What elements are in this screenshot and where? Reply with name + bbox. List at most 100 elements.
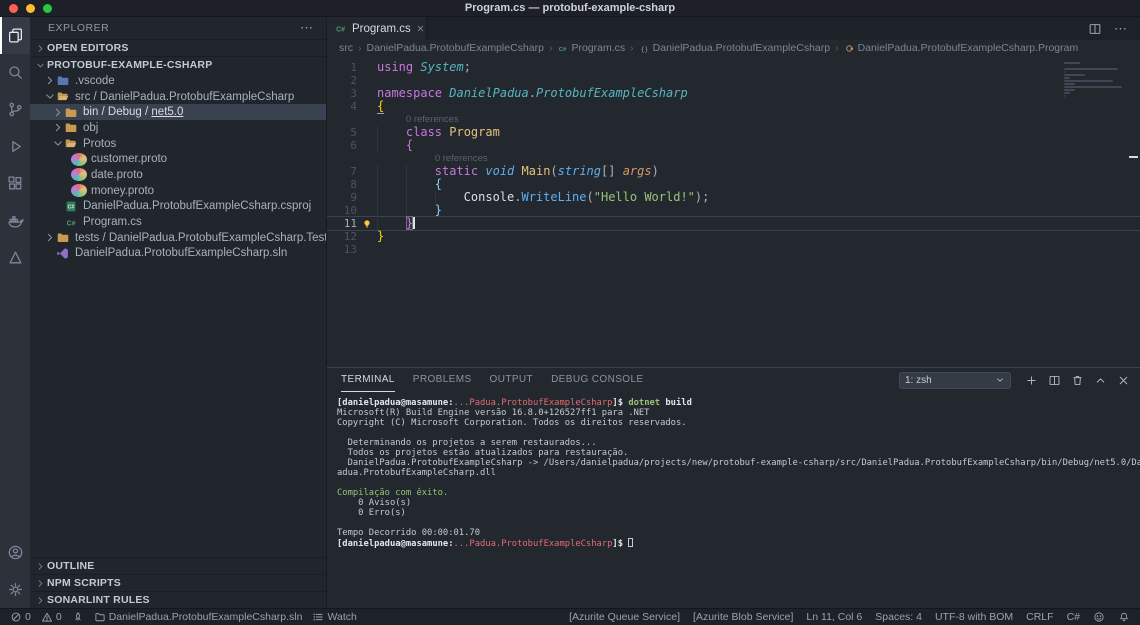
tree-item-csproj[interactable]: C#DanielPadua.ProtobufExampleCsharp.cspr… xyxy=(30,199,326,215)
activity-item-azure[interactable] xyxy=(0,239,30,276)
status-problems-warnings[interactable]: 0 xyxy=(41,611,62,623)
panel-tab-terminal[interactable]: TERMINAL xyxy=(341,368,395,392)
panel-tab-problems[interactable]: PROBLEMS xyxy=(413,368,472,392)
terminal-line: Todos os projetos estão atualizados para… xyxy=(337,448,1140,458)
activity-item-settings[interactable] xyxy=(0,571,30,608)
line-number[interactable]: 4 xyxy=(327,100,357,113)
split-editor-icon[interactable] xyxy=(1088,22,1102,36)
panel-tab-debug-console[interactable]: DEBUG CONSOLE xyxy=(551,368,643,392)
tree-item-tests[interactable]: tests / DanielPadua.ProtobufExampleCshar… xyxy=(30,230,326,246)
section-project[interactable]: PROTOBUF-EXAMPLE-CSHARP xyxy=(30,56,326,73)
close-window-button[interactable] xyxy=(9,4,18,13)
status-indentation[interactable]: Spaces: 4 xyxy=(875,611,922,623)
tree-item-vscode[interactable]: .vscode xyxy=(30,73,326,89)
line-number[interactable]: 1 xyxy=(327,61,357,74)
tree-chevron xyxy=(50,106,63,119)
outline-label: OUTLINE xyxy=(47,560,94,572)
status-notifications[interactable] xyxy=(1118,611,1130,623)
activity-item-accounts[interactable] xyxy=(0,534,30,571)
line-number[interactable]: 7 xyxy=(327,165,357,178)
status-watch[interactable]: Watch xyxy=(312,611,356,623)
line-number[interactable]: 8 xyxy=(327,178,357,191)
tree-item-program-cs[interactable]: C#Program.cs xyxy=(30,214,326,230)
status-azurite-queue-service[interactable]: [Azurite Queue Service] xyxy=(569,611,680,623)
sln-icon xyxy=(55,247,71,260)
tree-item-label: customer.proto xyxy=(91,153,167,165)
status-cursor-position[interactable]: Ln 11, Col 6 xyxy=(806,611,862,623)
line-number[interactable]: 5 xyxy=(327,126,357,139)
tree-item-date-proto[interactable]: date.proto xyxy=(30,167,326,183)
tree-item-sln[interactable]: DanielPadua.ProtobufExampleCsharp.sln xyxy=(30,246,326,262)
activity-item-search[interactable] xyxy=(0,54,30,91)
editor-more-actions-icon[interactable]: ⋯ xyxy=(1114,21,1128,37)
status-language-mode[interactable]: C# xyxy=(1067,611,1080,623)
kill-terminal-icon[interactable] xyxy=(1071,374,1084,387)
close-panel-icon[interactable] xyxy=(1117,374,1130,387)
line-number[interactable]: 2 xyxy=(327,74,357,87)
terminal-output[interactable]: [danielpadua@masamune:...Padua.ProtobufE… xyxy=(327,392,1140,608)
zoom-window-button[interactable] xyxy=(43,4,52,13)
tree-item-customer-proto[interactable]: customer.proto xyxy=(30,151,326,167)
status-feedback[interactable] xyxy=(1093,611,1105,623)
svg-text:C#: C# xyxy=(336,26,345,33)
status-problems-errors[interactable]: 0 xyxy=(10,611,31,623)
activity-item-run-debug[interactable] xyxy=(0,128,30,165)
lightbulb-icon xyxy=(361,218,373,230)
line-number[interactable]: 3 xyxy=(327,87,357,100)
files-icon xyxy=(7,27,24,44)
minimap-line xyxy=(1064,68,1118,70)
code-editor[interactable]: 1using System;23namespace DanielPadua.Pr… xyxy=(327,56,1140,367)
tree-item-money-proto[interactable]: money.proto xyxy=(30,183,326,199)
tab-close-icon[interactable] xyxy=(416,24,425,33)
new-terminal-icon[interactable] xyxy=(1025,374,1038,387)
code-line-5: 5 class Program xyxy=(327,126,1140,139)
shell-selector[interactable]: 1: zsh xyxy=(899,372,1011,389)
tree-item-protos[interactable]: Protos xyxy=(30,136,326,152)
smiley-icon xyxy=(1093,611,1105,623)
activity-item-extensions[interactable] xyxy=(0,165,30,202)
minimap[interactable] xyxy=(1064,62,1124,101)
panel-tab-output[interactable]: OUTPUT xyxy=(490,368,534,392)
section-sonarlint-rules[interactable]: SONARLINT RULES xyxy=(30,591,326,608)
breadcrumb-item[interactable]: DanielPadua.ProtobufExampleCsharp xyxy=(367,42,544,54)
status-eol[interactable]: CRLF xyxy=(1026,611,1053,623)
activity-item-docker[interactable] xyxy=(0,202,30,239)
status-encoding[interactable]: UTF-8 with BOM xyxy=(935,611,1013,623)
activity-item-explorer[interactable] xyxy=(0,17,30,54)
folder-open-icon xyxy=(55,90,71,103)
tree-item-label: tests / DanielPadua.ProtobufExampleCshar… xyxy=(75,232,326,244)
svg-text:C#: C# xyxy=(559,46,567,52)
line-number[interactable]: 10 xyxy=(327,204,357,217)
breadcrumb-item[interactable]: {}DanielPadua.ProtobufExampleCsharp xyxy=(639,42,830,54)
project-label: PROTOBUF-EXAMPLE-CSHARP xyxy=(47,59,212,71)
explorer-more-actions-icon[interactable]: ⋯ xyxy=(300,20,314,36)
tree-item-obj[interactable]: obj xyxy=(30,120,326,136)
tab-program-cs[interactable]: C# Program.cs xyxy=(327,17,427,40)
line-number[interactable]: 11 xyxy=(327,217,357,230)
status-rocket[interactable] xyxy=(72,611,84,623)
minimize-window-button[interactable] xyxy=(26,4,35,13)
section-outline[interactable]: OUTLINE xyxy=(30,557,326,574)
status-cursor-position-label: Ln 11, Col 6 xyxy=(806,611,862,623)
line-number[interactable]: 13 xyxy=(327,243,357,256)
status-solution[interactable]: DanielPadua.ProtobufExampleCsharp.sln xyxy=(94,611,303,623)
activity-item-source-control[interactable] xyxy=(0,91,30,128)
split-terminal-icon[interactable] xyxy=(1048,374,1061,387)
tree-item-src-danielpadua-protobufexamplecsharp[interactable]: src / DanielPadua.ProtobufExampleCsharp xyxy=(30,89,326,105)
line-number[interactable]: 9 xyxy=(327,191,357,204)
chevron-right-icon xyxy=(33,43,47,54)
status-azurite-blob-service[interactable]: [Azurite Blob Service] xyxy=(693,611,793,623)
line-number[interactable]: 6 xyxy=(327,139,357,152)
section-npm-scripts[interactable]: NPM SCRIPTS xyxy=(30,574,326,591)
tree-item-label: obj xyxy=(83,122,98,134)
tab-label: Program.cs xyxy=(352,23,411,35)
tree-item-bin-debug-net5-0[interactable]: bin / Debug / net5.0 xyxy=(30,104,326,120)
code-text: } xyxy=(377,217,1140,230)
breadcrumb-item[interactable]: src xyxy=(339,42,353,54)
section-open-editors[interactable]: OPEN EDITORS xyxy=(30,39,326,56)
breadcrumb-item[interactable]: DanielPadua.ProtobufExampleCsharp.Progra… xyxy=(844,42,1079,54)
line-number[interactable]: 12 xyxy=(327,230,357,243)
breadcrumb-label: src xyxy=(339,42,353,54)
breadcrumb-item[interactable]: C#Program.cs xyxy=(557,42,625,54)
maximize-panel-icon[interactable] xyxy=(1094,374,1107,387)
